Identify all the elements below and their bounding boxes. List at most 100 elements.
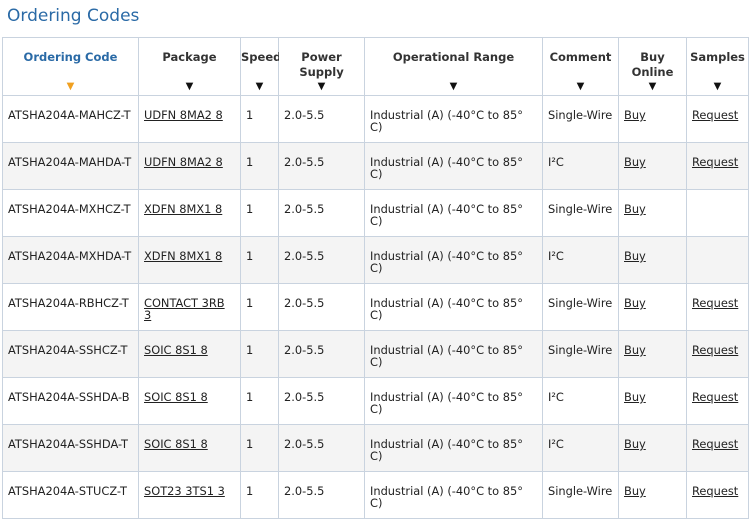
speed-cell: 1	[240, 377, 279, 425]
power-supply-cell: 2.0-5.5	[278, 236, 365, 284]
comment-cell: I²C	[542, 424, 619, 472]
ordering-code-cell: ATSHA204A-MAHDA-T	[2, 142, 139, 190]
operational-range-cell: Industrial (A) (-40°C to 85° C)	[364, 424, 543, 472]
column-header-label: Ordering Code	[23, 50, 118, 64]
ordering-code-cell: ATSHA204A-MXHDA-T	[2, 236, 139, 284]
request-sample-link[interactable]: Request	[692, 108, 738, 122]
request-sample-link[interactable]: Request	[692, 155, 738, 169]
buy-link[interactable]: Buy	[624, 108, 646, 122]
table-row: ATSHA204A-MXHCZ-T XDFN 8MX1 8 1 2.0-5.5 …	[2, 189, 749, 237]
samples-cell: Request	[686, 424, 749, 472]
buy-cell: Buy	[618, 424, 687, 472]
page-title: Ordering Codes	[7, 6, 140, 26]
power-supply-cell: 2.0-5.5	[278, 471, 365, 519]
comment-cell: Single-Wire	[542, 330, 619, 378]
sort-arrow-icon[interactable]: ▼	[543, 81, 618, 93]
column-header-label: Speed	[241, 50, 282, 64]
package-link[interactable]: UDFN 8MA2 8	[144, 155, 223, 169]
sort-arrow-icon[interactable]: ▼	[139, 81, 240, 93]
ordering-codes-table: Ordering Code ▼ Package ▼ Speed ▼ Power …	[2, 37, 749, 519]
table-row: ATSHA204A-RBHCZ-T CONTACT 3RB 3 1 2.0-5.…	[2, 283, 749, 331]
column-header-power-supply[interactable]: Power Supply ▼	[278, 37, 365, 96]
column-header-speed[interactable]: Speed ▼	[240, 37, 282, 96]
power-supply-cell: 2.0-5.5	[278, 283, 365, 331]
speed-cell: 1	[240, 142, 279, 190]
speed-cell: 1	[240, 424, 279, 472]
column-header-ordering-code[interactable]: Ordering Code ▼	[2, 37, 139, 96]
sort-arrow-icon[interactable]: ▼	[687, 81, 748, 93]
package-link[interactable]: UDFN 8MA2 8	[144, 108, 223, 122]
buy-cell: Buy	[618, 95, 687, 143]
buy-link[interactable]: Buy	[624, 390, 646, 404]
package-link[interactable]: XDFN 8MX1 8	[144, 249, 222, 263]
request-sample-link[interactable]: Request	[692, 296, 738, 310]
header-row: Ordering Code ▼ Package ▼ Speed ▼ Power …	[2, 37, 749, 96]
operational-range-cell: Industrial (A) (-40°C to 85° C)	[364, 330, 543, 378]
column-header-operational-range[interactable]: Operational Range ▼	[364, 37, 543, 96]
speed-cell: 1	[240, 95, 279, 143]
power-supply-cell: 2.0-5.5	[278, 330, 365, 378]
request-sample-link[interactable]: Request	[692, 484, 738, 498]
column-header-samples[interactable]: Samples ▼	[686, 37, 749, 96]
samples-cell: Request	[686, 377, 749, 425]
power-supply-cell: 2.0-5.5	[278, 95, 365, 143]
package-link[interactable]: SOT23 3TS1 3	[144, 484, 225, 498]
ordering-code-cell: ATSHA204A-RBHCZ-T	[2, 283, 139, 331]
column-header-package[interactable]: Package ▼	[138, 37, 241, 96]
buy-link[interactable]: Buy	[624, 343, 646, 357]
table-row: ATSHA204A-SSHDA-B SOIC 8S1 8 1 2.0-5.5 I…	[2, 377, 749, 425]
column-header-label: Package	[162, 50, 217, 64]
operational-range-cell: Industrial (A) (-40°C to 85° C)	[364, 142, 543, 190]
comment-cell: I²C	[542, 236, 619, 284]
request-sample-link[interactable]: Request	[692, 343, 738, 357]
comment-cell: I²C	[542, 142, 619, 190]
buy-link[interactable]: Buy	[624, 202, 646, 216]
buy-link[interactable]: Buy	[624, 296, 646, 310]
buy-cell: Buy	[618, 283, 687, 331]
column-header-buy-online[interactable]: Buy Online ▼	[618, 37, 687, 96]
speed-cell: 1	[240, 189, 279, 237]
samples-cell: Request	[686, 330, 749, 378]
sort-arrow-icon[interactable]: ▼	[365, 81, 542, 93]
operational-range-cell: Industrial (A) (-40°C to 85° C)	[364, 471, 543, 519]
samples-cell: Request	[686, 95, 749, 143]
package-link[interactable]: CONTACT 3RB 3	[144, 296, 225, 322]
package-link[interactable]: XDFN 8MX1 8	[144, 202, 222, 216]
ordering-code-cell: ATSHA204A-STUCZ-T	[2, 471, 139, 519]
table-row: ATSHA204A-SSHCZ-T SOIC 8S1 8 1 2.0-5.5 I…	[2, 330, 749, 378]
buy-link[interactable]: Buy	[624, 249, 646, 263]
samples-cell: Request	[686, 471, 749, 519]
request-sample-link[interactable]: Request	[692, 390, 738, 404]
samples-cell	[686, 189, 749, 237]
speed-cell: 1	[240, 283, 279, 331]
ordering-code-cell: ATSHA204A-MXHCZ-T	[2, 189, 139, 237]
package-cell: XDFN 8MX1 8	[138, 189, 241, 237]
comment-cell: Single-Wire	[542, 283, 619, 331]
buy-link[interactable]: Buy	[624, 437, 646, 451]
samples-cell: Request	[686, 283, 749, 331]
ordering-code-cell: ATSHA204A-MAHCZ-T	[2, 95, 139, 143]
sort-arrow-icon[interactable]: ▼	[241, 81, 278, 93]
buy-cell: Buy	[618, 189, 687, 237]
buy-link[interactable]: Buy	[624, 484, 646, 498]
package-cell: XDFN 8MX1 8	[138, 236, 241, 284]
operational-range-cell: Industrial (A) (-40°C to 85° C)	[364, 95, 543, 143]
package-link[interactable]: SOIC 8S1 8	[144, 343, 208, 357]
buy-cell: Buy	[618, 330, 687, 378]
speed-cell: 1	[240, 471, 279, 519]
power-supply-cell: 2.0-5.5	[278, 189, 365, 237]
table-row: ATSHA204A-STUCZ-T SOT23 3TS1 3 1 2.0-5.5…	[2, 471, 749, 519]
sort-arrow-icon[interactable]: ▼	[619, 81, 686, 93]
column-header-label: Power Supply	[299, 50, 344, 79]
column-header-label: Operational Range	[392, 50, 515, 64]
operational-range-cell: Industrial (A) (-40°C to 85° C)	[364, 377, 543, 425]
package-link[interactable]: SOIC 8S1 8	[144, 390, 208, 404]
package-cell: SOT23 3TS1 3	[138, 471, 241, 519]
comment-cell: Single-Wire	[542, 189, 619, 237]
buy-link[interactable]: Buy	[624, 155, 646, 169]
request-sample-link[interactable]: Request	[692, 437, 738, 451]
column-header-comment[interactable]: Comment ▼	[542, 37, 619, 96]
sort-arrow-icon[interactable]: ▼	[3, 81, 138, 93]
package-link[interactable]: SOIC 8S1 8	[144, 437, 208, 451]
sort-arrow-icon[interactable]: ▼	[279, 81, 364, 93]
